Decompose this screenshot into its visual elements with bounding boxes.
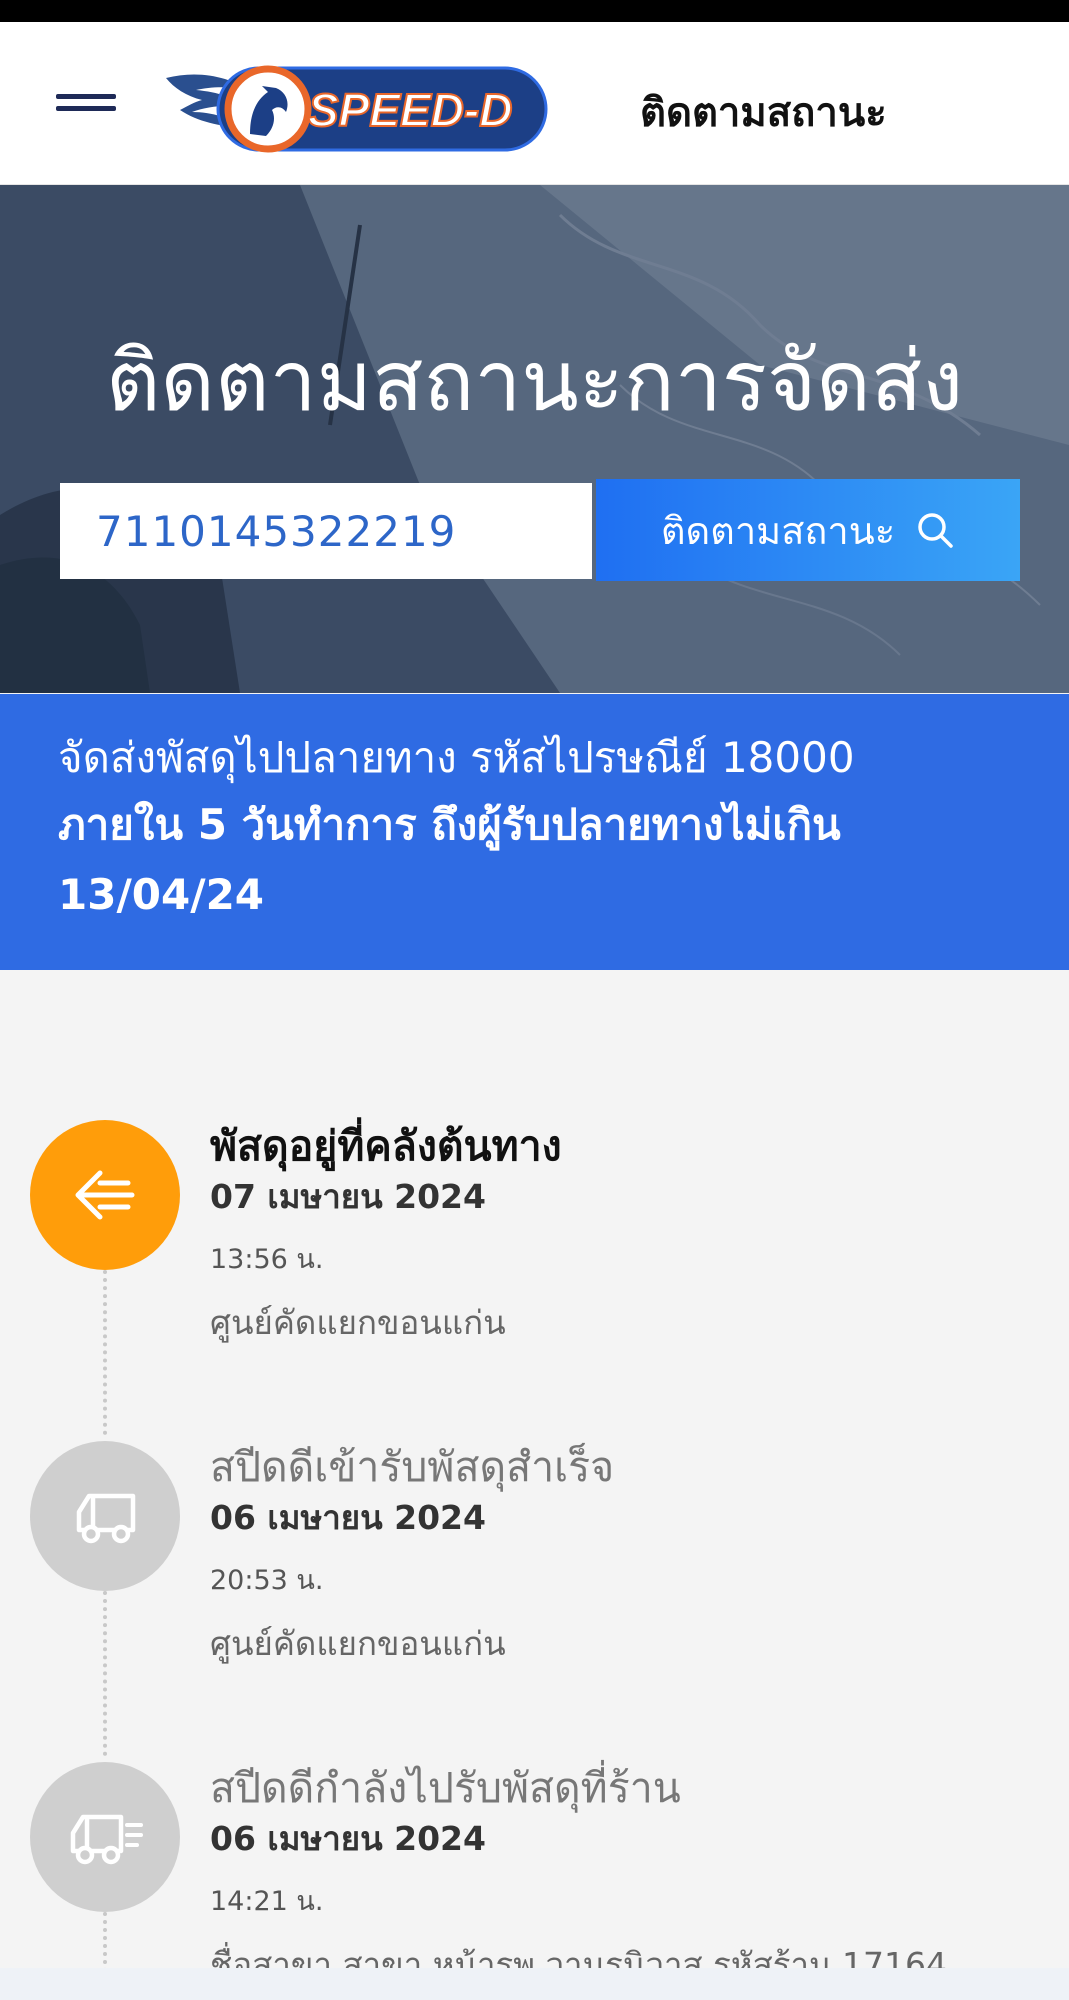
timeline-connector [103,1591,107,1756]
svg-text:SPEED-D: SPEED-D [308,84,512,136]
event-time: 20:53 น. [210,1565,324,1596]
event-location: ศูนย์คัดแยกขอนแก่น [210,1303,506,1342]
event-status-circle [30,1441,180,1591]
truck-icon [76,1493,136,1544]
search-icon [918,513,953,548]
truck-moving-icon [70,1814,143,1865]
page-title: ติดตามสถานะการจัดส่ง [105,332,964,430]
event-date: 06 เมษายน 2024 [210,1819,486,1858]
destination-postcode-text: จัดส่งพัสดุไปปลายทาง รหัสไปรษณีย์ 18000 [58,733,855,782]
tracking-timeline: พัสดุอยู่ที่คลังต้นทาง 07 เมษายน 2024 13… [0,970,1069,1984]
event-status-circle [30,1762,180,1912]
timeline-connector [103,1270,107,1435]
menu-icon[interactable] [56,88,116,118]
arrow-left-icon [75,1170,135,1220]
event-location: ศูนย์คัดแยกขอนแก่น [210,1624,506,1663]
delivery-estimate-banner: จัดส่งพัสดุไปปลายทาง รหัสไปรษณีย์ 18000 … [0,694,1069,970]
timeline-connector [103,1912,107,1972]
event-time: 14:21 น. [210,1886,324,1917]
event-status-circle [30,1120,180,1270]
delivery-deadline-text: ภายใน 5 วันทำการ ถึงผู้รับปลายทางไม่เกิน… [58,800,841,919]
speed-d-logo[interactable]: SPEED-D [158,56,550,156]
bottom-bar [0,1968,1069,2000]
event-date: 06 เมษายน 2024 [210,1498,486,1537]
header-title: ติดตามสถานะ [640,90,887,136]
hero-section: ติดตามสถานะการจัดส่ง ติดตามสถานะ [0,185,1069,693]
event-title: พัสดุอยู่ที่คลังต้นทาง [210,1122,562,1170]
track-button-label: ติดตามสถานะ [660,508,896,553]
track-status-button[interactable]: ติดตามสถานะ [596,479,1020,581]
tracking-number-input[interactable] [60,483,592,579]
site-header: SPEED-D ติดตามสถานะ [0,22,1069,185]
event-title: สปีดดีกำลังไปรับพัสดุที่ร้าน [210,1764,681,1812]
event-title: สปีดดีเข้ารับพัสดุสำเร็จ [210,1443,615,1491]
event-time: 13:56 น. [210,1244,324,1275]
status-bar [0,0,1069,22]
event-date: 07 เมษายน 2024 [210,1177,486,1216]
